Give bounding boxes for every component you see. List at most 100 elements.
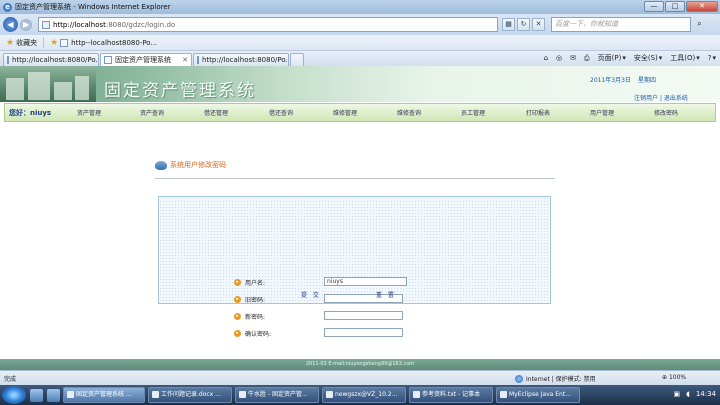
feeds-icon[interactable]: ◎ xyxy=(556,54,562,62)
exit-system-link[interactable]: 退出系统 xyxy=(664,95,688,102)
old-password-row: ▸ 旧密码: xyxy=(234,295,265,304)
current-date: 2011年3月3日 xyxy=(590,77,631,84)
maximize-button[interactable]: □ xyxy=(665,1,685,12)
zoom-icon: ⊕ xyxy=(662,374,668,381)
page-menu-label: 页面(P) xyxy=(597,54,622,62)
tab-3[interactable]: http://localhost:8080/Po... xyxy=(193,53,289,66)
back-button[interactable]: ◀ xyxy=(3,17,18,32)
compat-view-icon[interactable]: ▦ xyxy=(502,18,515,31)
url-path: :8080/gdzc/login.do xyxy=(105,20,176,29)
status-bar: 完成 Internet | 保护模式: 禁用 ⊕ 100% xyxy=(0,370,720,385)
close-button[interactable]: ✕ xyxy=(686,1,718,12)
quicklaunch-explorer-icon[interactable] xyxy=(30,388,43,402)
command-bar: ⌂ ◎ ✉ ⎙ 页面(P) ▾ 安全(S) ▾ 工具(O) ▾ ? ▾ xyxy=(544,53,716,63)
arrow-right-icon: ▸ xyxy=(234,313,241,320)
arrow-right-icon: ▸ xyxy=(234,330,241,337)
system-title: 固定资产管理系统 xyxy=(104,81,256,101)
print-icon[interactable]: ⎙ xyxy=(584,54,590,63)
page-icon xyxy=(7,56,9,64)
chevron-down-icon: ▾ xyxy=(622,54,626,62)
url-host: http://localhost xyxy=(53,20,106,29)
search-input[interactable]: 百度一下，你就知道 xyxy=(551,17,691,32)
tab-1[interactable]: http://localhost:8080/Po... xyxy=(3,53,99,66)
search-icon[interactable]: ⌕ xyxy=(693,18,706,31)
new-password-field[interactable] xyxy=(324,311,403,320)
taskbar-item-app[interactable]: 牛水胜 - 固定资产管... xyxy=(235,387,319,403)
new-password-row: ▸ 新密码: xyxy=(234,312,265,321)
mail-icon[interactable]: ✉ xyxy=(570,54,576,62)
start-button[interactable] xyxy=(2,386,26,404)
add-favorite-icon[interactable]: ★ xyxy=(50,38,58,48)
help-icon: ? xyxy=(707,54,712,62)
page-footer: 2011-03 E-mail:niuyongsheng99@163.com xyxy=(0,359,720,370)
password-section-heading: 系统用户修改密码 xyxy=(155,160,226,170)
submit-button[interactable]: 提 交 xyxy=(301,290,321,299)
zone-text: Internet | 保护模式: 禁用 xyxy=(526,376,596,383)
favorites-star-icon[interactable]: ★ xyxy=(6,38,14,48)
refresh-icon[interactable]: ↻ xyxy=(517,18,530,31)
menu-change-password[interactable]: 修改密码 xyxy=(654,108,678,117)
favorites-label[interactable]: 收藏夹 xyxy=(16,38,37,48)
forward-button[interactable]: ▶ xyxy=(20,18,32,31)
menu-borrow-query[interactable]: 借还查询 xyxy=(269,108,293,117)
user-icon xyxy=(155,160,167,170)
clock[interactable]: 14:34 xyxy=(696,390,716,398)
menu-employee-management[interactable]: 员工管理 xyxy=(461,108,485,117)
taskbar-item-notepad[interactable]: 参考资料.txt - 记事本 xyxy=(409,387,493,403)
username-field[interactable]: niuys xyxy=(324,277,407,286)
username-label: 用户名: xyxy=(245,280,266,287)
tab-label: 固定资产管理系统 xyxy=(115,56,171,64)
minimize-button[interactable]: — xyxy=(644,1,664,12)
chevron-down-icon: ▾ xyxy=(696,54,700,62)
arrow-right-icon: ▸ xyxy=(234,296,241,303)
safety-menu-label: 安全(S) xyxy=(633,54,658,62)
chevron-down-icon: ▾ xyxy=(712,54,716,62)
help-menu[interactable]: ? ▾ xyxy=(708,54,716,62)
greeting: 您好：niuys xyxy=(9,108,52,117)
page-menu[interactable]: 页面(P) ▾ xyxy=(598,53,626,63)
password-heading-text: 系统用户修改密码 xyxy=(170,161,226,169)
window-title: 固定资产管理系统 - Windows Internet Explorer xyxy=(15,3,171,11)
divider xyxy=(155,178,555,179)
confirm-password-field[interactable] xyxy=(324,328,403,337)
favorite-link-label: http--localhost8080-Po... xyxy=(71,38,158,47)
taskbar-item-ie[interactable]: 固定资产管理系统 ... xyxy=(63,387,145,403)
zoom-level[interactable]: ⊕ 100% xyxy=(662,374,686,381)
address-bar[interactable]: http://localhost :8080/gdzc/login.do xyxy=(38,17,498,32)
quicklaunch-media-icon[interactable] xyxy=(47,388,60,402)
tab-2[interactable]: 固定资产管理系统 ✕ xyxy=(100,53,192,66)
tab-close-icon[interactable]: ✕ xyxy=(182,56,188,64)
tools-menu-label: 工具(O) xyxy=(670,54,696,62)
status-text: 完成 xyxy=(4,375,17,383)
security-zone[interactable]: Internet | 保护模式: 禁用 xyxy=(515,374,596,383)
stop-icon[interactable]: ✕ xyxy=(532,18,545,31)
address-toolbar: ◀ ▶ http://localhost :8080/gdzc/login.do… xyxy=(0,14,720,35)
menu-print-report[interactable]: 打印报表 xyxy=(526,108,550,117)
taskbar-item-word[interactable]: 工作问题记录.docx ... xyxy=(148,387,232,403)
tools-menu[interactable]: 工具(O) ▾ xyxy=(670,53,700,63)
tab-label: http://localhost:8080/Po... xyxy=(202,56,289,64)
volume-icon[interactable]: ◖ xyxy=(686,390,690,398)
change-password-form: ▸ 用户名: ▸ 旧密码: ▸ 新密码: ▸ 确认密码: xyxy=(158,196,551,338)
safety-menu[interactable]: 安全(S) ▾ xyxy=(634,53,662,63)
logout-user-link[interactable]: 注销用户 xyxy=(634,95,658,102)
confirm-password-row: ▸ 确认密码: xyxy=(234,329,271,338)
menu-borrow-management[interactable]: 借还管理 xyxy=(204,108,228,117)
reset-button[interactable]: 重 置 xyxy=(376,290,396,299)
taskbar-item-myeclipse[interactable]: MyEclipse Java Ent... xyxy=(496,387,580,403)
new-tab-button[interactable] xyxy=(290,53,304,66)
menu-repair-query[interactable]: 维修查询 xyxy=(397,108,421,117)
zoom-text: 100% xyxy=(668,374,687,381)
page-content: 固定资产管理系统 2011年3月3日 星期四 注销用户 | 退出系统 您好：ni… xyxy=(0,66,720,370)
menu-asset-query[interactable]: 资产查询 xyxy=(140,108,164,117)
home-icon[interactable]: ⌂ xyxy=(544,54,548,62)
network-icon[interactable]: ▣ xyxy=(673,390,680,398)
menu-user-management[interactable]: 用户管理 xyxy=(590,108,614,117)
favorites-bar: ★ 收藏夹 ★ http--localhost8080-Po... xyxy=(0,35,720,51)
favorite-link[interactable]: http--localhost8080-Po... xyxy=(60,38,158,47)
taskbar-item-remote[interactable]: newgszx@VZ_10.2... xyxy=(322,387,406,403)
ie-logo-icon: e xyxy=(3,2,12,12)
arrow-right-icon: ▸ xyxy=(234,279,241,286)
menu-repair-management[interactable]: 维修管理 xyxy=(333,108,357,117)
menu-asset-management[interactable]: 资产管理 xyxy=(77,108,101,117)
